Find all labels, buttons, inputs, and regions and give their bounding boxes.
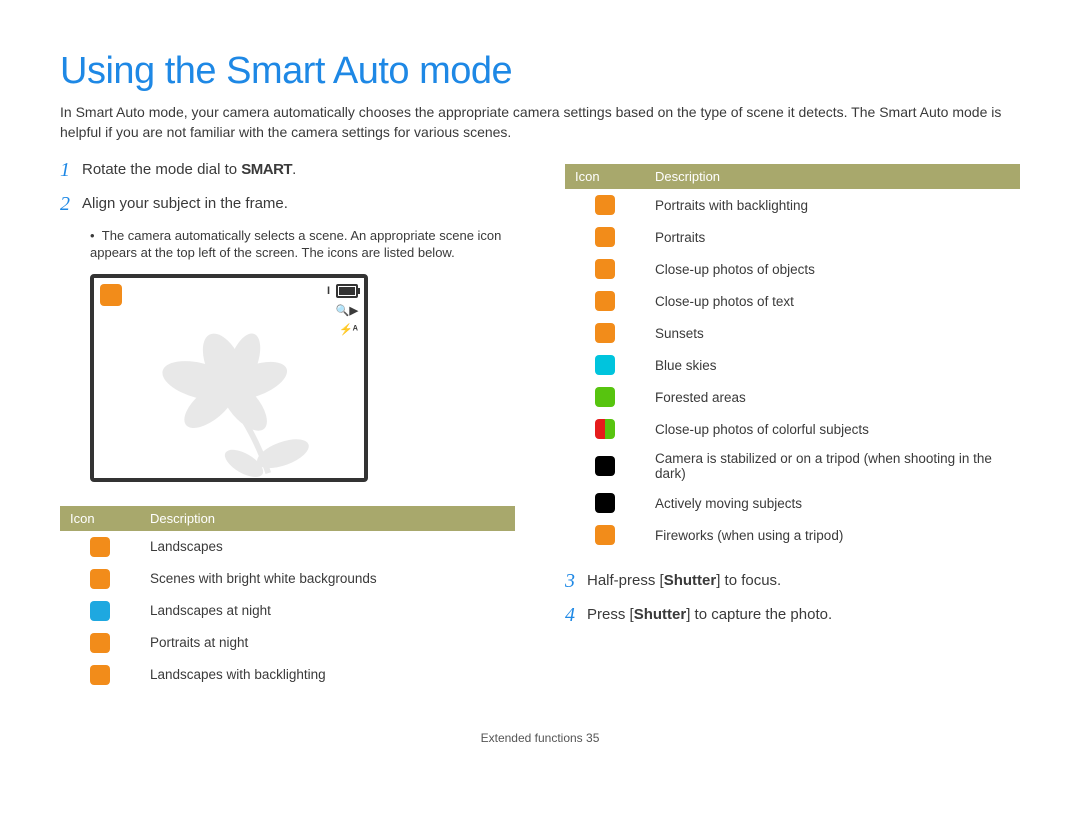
description-cell: Actively moving subjects bbox=[645, 487, 1020, 519]
icon-cell bbox=[60, 627, 140, 659]
page-title: Using the Smart Auto mode bbox=[60, 50, 1020, 93]
table-row: Sunsets bbox=[565, 317, 1020, 349]
icon-cell bbox=[565, 445, 645, 487]
icon-cell bbox=[565, 253, 645, 285]
icon-table-left: Icon Description LandscapesScenes with b… bbox=[60, 506, 515, 691]
table-row: Landscapes with backlighting bbox=[60, 659, 515, 691]
backlight-portrait-icon bbox=[595, 195, 615, 215]
landscape-icon bbox=[90, 537, 110, 557]
description-cell: Landscapes at night bbox=[140, 595, 515, 627]
icon-table-right: Icon Description Portraits with backligh… bbox=[565, 164, 1020, 551]
icon-cell bbox=[60, 659, 140, 691]
table-row: Camera is stabilized or on a tripod (whe… bbox=[565, 445, 1020, 487]
backlight-landscape-icon bbox=[90, 665, 110, 685]
step-3: 3 Half-press [Shutter] to focus. bbox=[565, 571, 1020, 591]
step-2-note: • The camera automatically selects a sce… bbox=[90, 228, 515, 262]
icon-cell bbox=[565, 519, 645, 551]
step-text: Half-press [Shutter] to focus. bbox=[587, 571, 781, 591]
step-text: Press [Shutter] to capture the photo. bbox=[587, 605, 832, 625]
icon-cell bbox=[60, 595, 140, 627]
table-row: Portraits bbox=[565, 221, 1020, 253]
macro-text-icon bbox=[595, 291, 615, 311]
description-cell: Scenes with bright white backgrounds bbox=[140, 563, 515, 595]
smart-mode-label: SMART bbox=[241, 161, 292, 178]
night-landscape-icon bbox=[90, 601, 110, 621]
step-number: 3 bbox=[565, 571, 587, 591]
step-1: 1 Rotate the mode dial to SMART. bbox=[60, 160, 515, 180]
flower-illustration bbox=[144, 303, 344, 478]
icon-cell bbox=[565, 317, 645, 349]
description-cell: Landscapes bbox=[140, 531, 515, 563]
table-row: Actively moving subjects bbox=[565, 487, 1020, 519]
table-row: Close-up photos of text bbox=[565, 285, 1020, 317]
table-header-desc: Description bbox=[140, 506, 515, 531]
macro-color-icon bbox=[595, 419, 615, 439]
step-text: Rotate the mode dial to SMART. bbox=[82, 160, 296, 180]
step-number: 1 bbox=[60, 160, 82, 180]
description-cell: Landscapes with backlighting bbox=[140, 659, 515, 691]
description-cell: Blue skies bbox=[645, 349, 1020, 381]
step-number: 2 bbox=[60, 194, 82, 214]
table-row: Forested areas bbox=[565, 381, 1020, 413]
step-4: 4 Press [Shutter] to capture the photo. bbox=[565, 605, 1020, 625]
description-cell: Portraits at night bbox=[140, 627, 515, 659]
description-cell: Camera is stabilized or on a tripod (whe… bbox=[645, 445, 1020, 487]
table-header-desc: Description bbox=[645, 164, 1020, 189]
icon-cell bbox=[565, 413, 645, 445]
night-portrait-icon bbox=[90, 633, 110, 653]
icon-cell bbox=[565, 285, 645, 317]
description-cell: Portraits with backlighting bbox=[645, 189, 1020, 221]
description-cell: Forested areas bbox=[645, 381, 1020, 413]
white-bg-icon bbox=[90, 569, 110, 589]
table-header-icon: Icon bbox=[60, 506, 140, 531]
camera-lcd-illustration: I 🔍▶ ⚡ᴬ bbox=[90, 274, 368, 482]
description-cell: Fireworks (when using a tripod) bbox=[645, 519, 1020, 551]
manual-page: Using the Smart Auto mode In Smart Auto … bbox=[0, 0, 1080, 775]
description-cell: Sunsets bbox=[645, 317, 1020, 349]
description-cell: Close-up photos of objects bbox=[645, 253, 1020, 285]
icon-cell bbox=[60, 531, 140, 563]
table-row: Portraits at night bbox=[60, 627, 515, 659]
table-row: Portraits with backlighting bbox=[565, 189, 1020, 221]
table-header-icon: Icon bbox=[565, 164, 645, 189]
battery-icon bbox=[336, 284, 358, 298]
tripod-icon bbox=[595, 456, 615, 476]
step-number: 4 bbox=[565, 605, 587, 625]
action-icon bbox=[595, 493, 615, 513]
intro-paragraph: In Smart Auto mode, your camera automati… bbox=[60, 103, 1020, 142]
page-footer: Extended functions 35 bbox=[60, 731, 1020, 745]
fireworks-icon bbox=[595, 525, 615, 545]
icon-cell bbox=[565, 487, 645, 519]
portrait-icon bbox=[595, 227, 615, 247]
table-row: Scenes with bright white backgrounds bbox=[60, 563, 515, 595]
table-row: Blue skies bbox=[565, 349, 1020, 381]
table-row: Fireworks (when using a tripod) bbox=[565, 519, 1020, 551]
scene-icon-overlay bbox=[100, 284, 122, 306]
forest-icon bbox=[595, 387, 615, 407]
left-column: 1 Rotate the mode dial to SMART. 2 Align… bbox=[60, 160, 515, 691]
description-cell: Portraits bbox=[645, 221, 1020, 253]
table-row: Landscapes bbox=[60, 531, 515, 563]
description-cell: Close-up photos of colorful subjects bbox=[645, 413, 1020, 445]
table-row: Landscapes at night bbox=[60, 595, 515, 627]
icon-cell bbox=[565, 221, 645, 253]
icon-cell bbox=[565, 381, 645, 413]
step-text: Align your subject in the frame. bbox=[82, 194, 288, 214]
description-cell: Close-up photos of text bbox=[645, 285, 1020, 317]
table-row: Close-up photos of objects bbox=[565, 253, 1020, 285]
sunset-icon bbox=[595, 323, 615, 343]
step-2: 2 Align your subject in the frame. bbox=[60, 194, 515, 214]
lcd-top-indicator: I bbox=[327, 285, 330, 297]
icon-cell bbox=[60, 563, 140, 595]
table-row: Close-up photos of colorful subjects bbox=[565, 413, 1020, 445]
icon-cell bbox=[565, 189, 645, 221]
icon-cell bbox=[565, 349, 645, 381]
blue-sky-icon bbox=[595, 355, 615, 375]
macro-object-icon bbox=[595, 259, 615, 279]
right-column: Icon Description Portraits with backligh… bbox=[565, 160, 1020, 691]
